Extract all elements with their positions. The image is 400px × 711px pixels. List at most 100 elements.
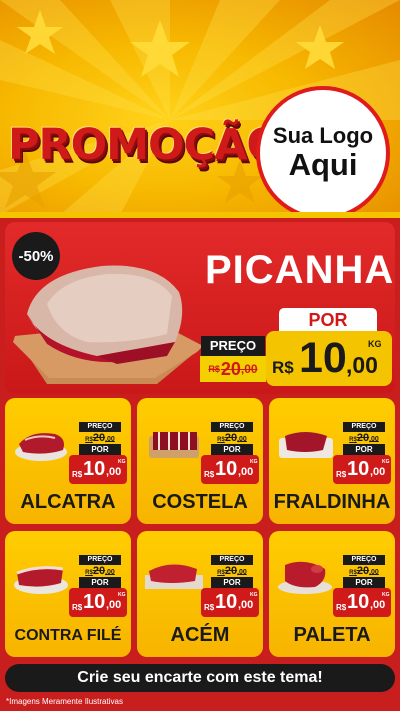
preco-label: PREÇO [79,422,121,432]
old-cents: ,00 [105,569,115,576]
price-tag: R$ 10,00 KG [69,588,127,617]
price-cents: ,00 [106,466,122,478]
price-cents: ,00 [238,466,254,478]
preco-label: PREÇO [343,555,385,565]
product-name: CONTRA FILÉ [14,627,122,644]
preco-label: PREÇO [211,555,253,565]
price-currency: R$ [336,603,347,612]
divider-strip [0,212,400,218]
old-cents: ,00 [369,436,379,443]
price-value: 10 [347,591,370,613]
old-price: R$20,00 [207,432,257,444]
old-currency: R$ [85,570,93,576]
price-currency: R$ [272,358,294,377]
price-value: 10 [299,334,347,382]
product-card: PREÇO R$20,00 POR R$ 10,00 KG ALCATRA [5,398,131,524]
old-value: 20 [224,565,238,577]
discount-badge: -50% [12,232,60,280]
old-cents: ,00 [237,569,247,576]
price-cents: ,00 [370,599,386,611]
price-value: 10 [347,458,370,480]
old-price: R$20,00 [75,565,125,577]
cta-banner[interactable]: Crie seu encarte com este tema! [5,664,395,692]
price-value: 10 [215,591,238,613]
price-tag: R$ 10,00 KG [201,455,259,484]
old-value: 20 [92,432,106,444]
price-tag: R$ 10,00 KG [69,455,127,484]
price-unit: KG [250,592,258,598]
preco-label: PREÇO [211,422,253,432]
por-label: POR [79,577,121,588]
price-currency: R$ [336,470,347,479]
old-price: R$20,00 [207,565,257,577]
old-currency: R$ [349,437,357,443]
price-cents: ,00 [370,466,386,478]
old-price: R$20,00 [339,565,389,577]
price-currency: R$ [204,470,215,479]
product-image [145,564,203,589]
old-currency: R$ [349,570,357,576]
hero-por-label: POR [279,308,377,332]
hero-preco-label: PREÇO [201,336,265,356]
old-value: 20 [220,358,241,379]
por-label: POR [79,444,121,455]
preco-label: PREÇO [79,555,121,565]
por-label: POR [211,444,253,455]
old-price: R$20,00 [339,432,389,444]
logo-placeholder: Sua Logo Aqui [256,86,390,215]
price-currency: R$ [72,470,83,479]
header-banner: PROMOÇÃO Sua Logo Aqui [0,0,400,215]
old-cents: ,00 [105,436,115,443]
old-value: 20 [92,565,106,577]
product-image [278,561,332,594]
price-tag: R$ 10,00 KG [333,455,391,484]
product-image [149,432,199,458]
promo-title: PROMOÇÃO [8,120,283,170]
old-cents: ,00 [240,362,258,376]
price-unit: KG [368,339,382,349]
logo-line1: Sua Logo [272,122,374,148]
old-currency: R$ [217,570,225,576]
price-tag: R$ 10,00 KG [333,588,391,617]
price-cents: ,00 [238,599,254,611]
price-cents: ,00 [346,352,378,378]
product-card: PREÇO R$20,00 POR R$ 10,00 KG CONTRA FILÉ [5,531,131,657]
price-currency: R$ [72,603,83,612]
old-value: 20 [224,432,238,444]
product-name: COSTELA [152,491,248,513]
price-cents: ,00 [106,599,122,611]
product-card: PREÇO R$20,00 POR R$ 10,00 KG COSTELA [137,398,263,524]
old-value: 20 [356,432,370,444]
por-label: POR [343,444,385,455]
product-card: PREÇO R$20,00 POR R$ 10,00 KG PALETA [269,531,395,657]
hero-product-name: PICANHA [205,248,395,292]
old-currency: R$ [217,437,225,443]
logo-line2: Aqui [288,147,358,183]
price-tag: R$ 10,00 KG [201,588,259,617]
product-image [14,566,68,594]
disclaimer-note: *Imagens Meramente Ilustrativas [6,697,123,706]
price-unit: KG [250,459,258,465]
preco-label: PREÇO [343,422,385,432]
old-currency: R$ [208,364,220,374]
product-name: PALETA [293,624,371,646]
product-name: ALCATRA [20,491,116,513]
old-cents: ,00 [237,436,247,443]
price-value: 10 [215,458,238,480]
price-unit: KG [382,592,390,598]
product-card: PREÇO R$20,00 POR R$ 10,00 KG ACÉM [137,531,263,657]
price-unit: KG [118,592,126,598]
product-image [279,432,333,458]
old-value: 20 [356,565,370,577]
hero-price: R$ 10 ,00 KG [266,331,392,386]
old-price: R$20,00 [75,432,125,444]
hero-old-price: R$ 20,00 [200,356,266,382]
price-value: 10 [83,591,106,613]
product-name: FRALDINHA [273,491,391,513]
product-name: ACÉM [170,624,230,646]
price-unit: KG [118,459,126,465]
old-currency: R$ [85,437,93,443]
por-label: POR [343,577,385,588]
price-value: 10 [83,458,106,480]
por-label: POR [211,577,253,588]
